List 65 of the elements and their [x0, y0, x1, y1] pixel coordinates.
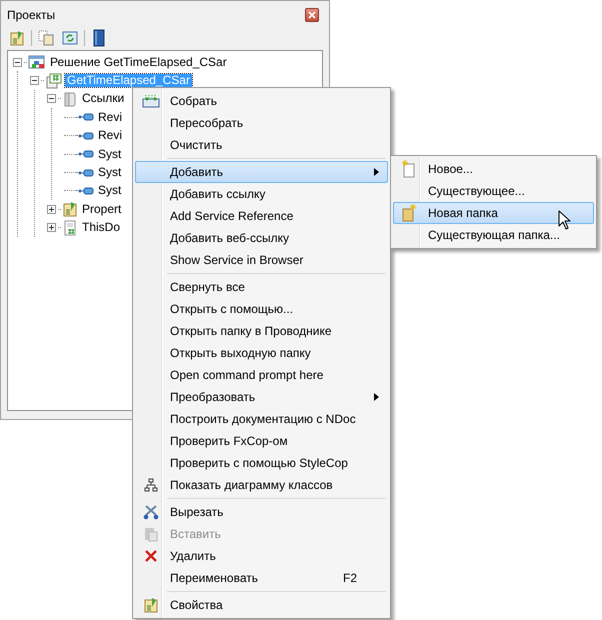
tree-item[interactable]: Revi: [96, 110, 124, 124]
menu-item[interactable]: Открыть выходную папку: [135, 342, 388, 364]
close-button[interactable]: [305, 8, 319, 22]
menu-item[interactable]: Добавить веб-ссылку: [135, 227, 388, 249]
menu-item[interactable]: Построить документацию с NDoc: [135, 408, 388, 430]
expand-toggle[interactable]: [47, 204, 56, 214]
menu-item[interactable]: Open command prompt here: [135, 364, 388, 386]
menu-item[interactable]: Пересобрать: [135, 112, 388, 134]
tree-item[interactable]: Propert: [80, 202, 124, 216]
menu-item[interactable]: Собрать: [135, 90, 388, 112]
menu-item[interactable]: Новое...: [393, 158, 594, 180]
cursor-icon: [558, 210, 571, 230]
reference-icon: [78, 166, 94, 179]
properties-icon: [143, 597, 159, 613]
csharp-file-icon: [62, 220, 78, 236]
menu-item[interactable]: Существующая папка...: [393, 224, 594, 246]
menu-item[interactable]: Открыть папку в Проводнике: [135, 320, 388, 342]
tree-item[interactable]: Revi: [96, 129, 124, 142]
menu-item[interactable]: Преобразовать: [135, 386, 388, 408]
panel-title: Проекты: [7, 8, 56, 22]
menu-item[interactable]: Показать диаграмму классов: [135, 474, 388, 496]
new-file-icon: [401, 160, 417, 178]
build-icon: [142, 94, 160, 108]
collapse-toggle[interactable]: [13, 58, 22, 67]
collapse-toggle[interactable]: [47, 94, 56, 104]
refresh-button[interactable]: [60, 29, 80, 47]
menu-item[interactable]: Существующее...: [393, 180, 594, 202]
menu-item[interactable]: Проверить FxCop-ом: [135, 430, 388, 452]
csharp-project-icon: [45, 72, 63, 89]
expand-toggle[interactable]: [47, 223, 56, 232]
menu-item[interactable]: Добавить: [135, 161, 388, 183]
collapse-toggle[interactable]: [30, 76, 39, 86]
close-icon: [308, 11, 316, 19]
properties-icon: [9, 30, 25, 46]
menu-item[interactable]: Show Service in Browser: [135, 249, 388, 271]
tree-item[interactable]: Syst: [96, 166, 124, 180]
menu-item[interactable]: Новая папка: [393, 202, 594, 224]
menu-item[interactable]: Добавить ссылку: [135, 183, 388, 205]
reference-icon: [78, 184, 94, 197]
tree-item[interactable]: Syst: [96, 184, 124, 198]
delete-icon: [144, 549, 158, 563]
reference-icon: [78, 111, 94, 124]
properties-icon: [62, 201, 78, 218]
menu-item[interactable]: Add Service Reference: [135, 205, 388, 227]
reference-icon: [78, 130, 94, 142]
new-folder-icon: [401, 204, 417, 222]
menu-item[interactable]: Удалить: [135, 545, 388, 567]
tree-item[interactable]: Решение GetTimeElapsed_CSar: [48, 56, 229, 69]
scissors-icon: [143, 504, 159, 520]
menu-item[interactable]: Свойства: [135, 594, 388, 616]
menu-item[interactable]: Переименовать F2: [135, 567, 388, 589]
menu-item[interactable]: Свернуть все: [135, 276, 388, 298]
folder-icon: [62, 90, 78, 107]
class-diagram-icon: [144, 478, 158, 492]
menu-item[interactable]: Очистить: [135, 134, 388, 156]
reference-icon: [78, 148, 94, 160]
tree-item[interactable]: Ссылки: [80, 92, 126, 106]
menu-item[interactable]: Проверить с помощью StyleCop: [135, 452, 388, 474]
solution-icon: [28, 54, 46, 70]
paste-icon: [144, 526, 158, 542]
tree-item[interactable]: ThisDo: [80, 221, 122, 234]
menu-item[interactable]: Открыть с помощью...: [135, 298, 388, 320]
menu-item[interactable]: Вырезать: [135, 501, 388, 523]
copy-button[interactable]: [36, 29, 56, 47]
tree-item[interactable]: Syst: [96, 148, 124, 161]
